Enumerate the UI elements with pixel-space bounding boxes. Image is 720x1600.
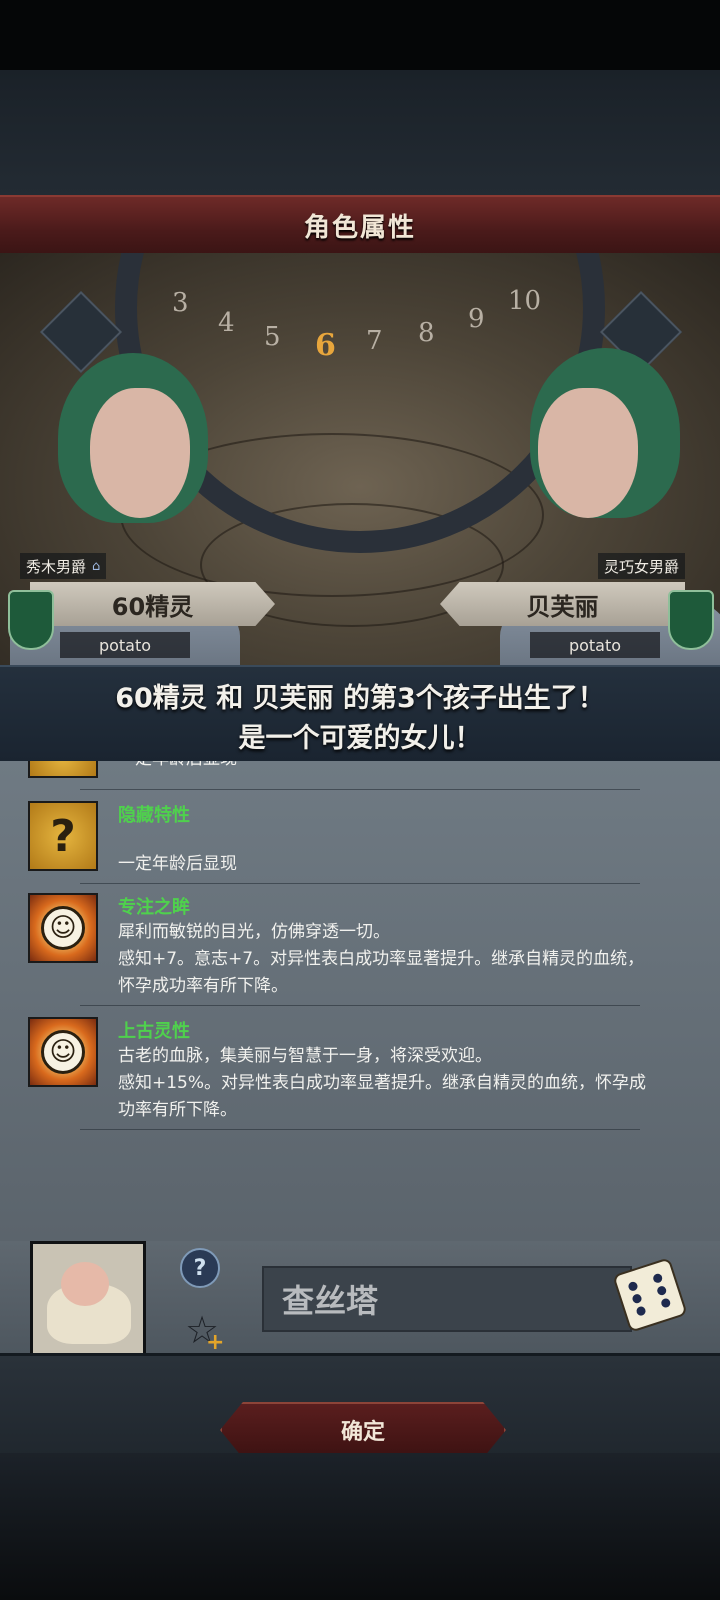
question-icon: ? [193, 1255, 207, 1281]
dial-number: 8 [418, 318, 435, 348]
trait-divider [80, 789, 640, 790]
trait-description: 一定年龄后显现 [118, 854, 237, 874]
help-button[interactable]: ? [180, 1248, 220, 1288]
father-faction-icon [8, 590, 54, 650]
mother-name-plate[interactable]: 贝芙丽 [440, 582, 685, 626]
question-glyph: ? [50, 810, 76, 862]
smile-glyph-wrap: ☺ [30, 895, 96, 961]
dice-pip [631, 1293, 643, 1305]
confirm-button[interactable]: 确定 [220, 1402, 506, 1458]
trait-description: 一定年龄后显现 [118, 761, 688, 773]
trait-description: 犀利而敏锐的目光，仿佛穿透一切。 感知+7。意志+7。对异性表白成功率显著提升。… [118, 922, 645, 996]
mother-face [538, 388, 638, 518]
plus-icon: + [206, 1330, 225, 1355]
trait-name: 隐藏特性 [118, 805, 190, 826]
dice-pip [627, 1280, 639, 1293]
mother-title: 灵巧女男爵 [598, 553, 686, 579]
baby-face [61, 1262, 109, 1306]
father-face [90, 388, 190, 518]
child-name-input[interactable]: 查丝塔 [262, 1266, 632, 1332]
smile-icon: ☺ [28, 1017, 98, 1087]
mother-player: potato [530, 632, 660, 658]
dice-pip [635, 1305, 647, 1317]
trait-description: 古老的血脉，集美丽与智慧于一身，将深受欢迎。 感知+15%。对异性表白成功率显著… [118, 1046, 647, 1120]
father-player: potato [60, 632, 190, 658]
dial-number-current: 6 [315, 328, 336, 363]
smile-glyph-wrap: ☺ [30, 1019, 96, 1085]
traits-panel[interactable]: 一定年龄后显现 ? 隐藏特性 一定年龄后显现 ☺ 专注之眸 犀利而敏锐的目光，仿… [0, 761, 720, 1241]
question-icon: ? [28, 801, 98, 871]
dial-number: 9 [468, 304, 485, 334]
page-title: 角色属性 [303, 213, 416, 243]
smile-face: ☺ [41, 1030, 85, 1074]
dial-number: 3 [172, 288, 189, 318]
question-icon [28, 761, 98, 778]
trait-divider [80, 1129, 640, 1130]
status-bar [0, 0, 720, 70]
father-title-text: 秀木男爵 [26, 557, 87, 576]
trait-divider [80, 883, 640, 884]
dice-pip [652, 1272, 664, 1284]
dial-number: 10 [508, 286, 542, 316]
dial-number: 4 [218, 308, 235, 338]
dial-number: 7 [366, 326, 383, 356]
house-icon: ⌂ [92, 558, 101, 574]
birth-notice-line2: 是一个可爱的女儿！ [238, 723, 482, 754]
mother-faction-icon [668, 590, 714, 650]
dialog-top-frame [0, 70, 720, 195]
dial-number: 5 [264, 322, 281, 352]
father-title: 秀木男爵 ⌂ [20, 553, 107, 579]
age-dial-numbers: 3 4 5 6 7 8 9 10 [150, 278, 570, 363]
dice-pip [660, 1297, 672, 1309]
trait-name: 上古灵性 [118, 1021, 190, 1042]
trait-divider [80, 1005, 640, 1006]
trait-name: 专注之眸 [118, 897, 190, 918]
dice-pip [656, 1284, 668, 1297]
child-portrait[interactable] [30, 1241, 146, 1357]
smile-face: ☺ [41, 906, 85, 950]
smile-icon: ☺ [28, 893, 98, 963]
bottom-frame [0, 1453, 720, 1600]
father-name-plate[interactable]: 60精灵 [30, 582, 275, 626]
birth-notice-line1: 60精灵 和 贝芙丽 的第3个孩子出生了！ [115, 683, 605, 714]
